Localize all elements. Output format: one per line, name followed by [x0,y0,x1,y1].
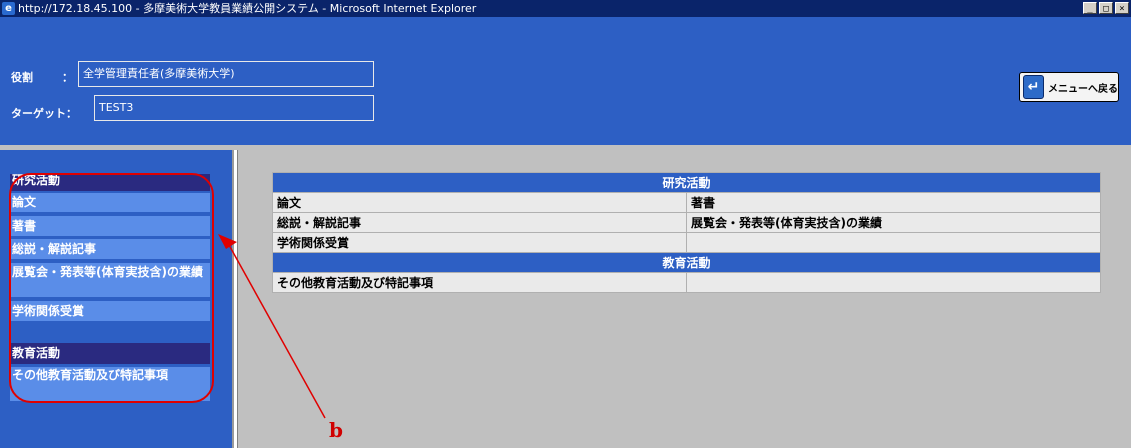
window-title: http://172.18.45.100 - 多摩美術大学教員業績公開システム … [18,2,477,15]
table-cell-exhibitions[interactable]: 展覧会・発表等(体育実技含)の業績 [686,212,1101,233]
sidebar-item-awards[interactable]: 学術関係受賞 [10,301,210,321]
target-label: ターゲット： [11,107,77,120]
sidebar-item-papers[interactable]: 論文 [10,193,210,212]
page-header: 役割 ： 全学管理責任者(多摩美術大学) ターゲット： TEST3 ↵ メニュー… [0,17,1131,145]
window-controls: _ □ × [1083,2,1129,14]
activity-table: 研究活動 論文 著書 総説・解説記事 展覧会・発表等(体育実技含)の業績 学術関… [272,172,1101,293]
table-cell-empty [686,272,1101,293]
maximize-button[interactable]: □ [1099,2,1113,14]
table-row: 総説・解説記事 展覧会・発表等(体育実技含)の業績 [272,212,1101,233]
table-row: 学術関係受賞 [272,232,1101,253]
sidebar-heading-research: 研究活動 [10,174,210,191]
role-label: 役割 [11,71,33,84]
window-titlebar: e http://172.18.45.100 - 多摩美術大学教員業績公開システ… [0,0,1131,17]
minimize-button[interactable]: _ [1083,2,1097,14]
table-row: 論文 著書 [272,192,1101,213]
table-cell-papers[interactable]: 論文 [272,192,687,213]
table-cell-reviews[interactable]: 総説・解説記事 [272,212,687,233]
sidebar-item-reviews[interactable]: 総説・解説記事 [10,239,210,259]
sidebar-item-books[interactable]: 著書 [10,216,210,236]
back-to-menu-label: メニューへ戻る [1048,83,1118,95]
main-content: 研究活動 論文 著書 総説・解説記事 展覧会・発表等(体育実技含)の業績 学術関… [238,150,1131,448]
table-row: その他教育活動及び特記事項 [272,272,1101,293]
role-colon: ： [62,71,73,84]
table-row: 研究活動 [272,172,1101,193]
table-cell-books[interactable]: 著書 [686,192,1101,213]
back-to-menu-button[interactable]: ↵ メニューへ戻る [1019,72,1119,102]
sidebar-item-exhibitions[interactable]: 展覧会・発表等(体育実技含)の業績 [10,263,210,297]
return-arrow-icon: ↵ [1023,75,1044,99]
sidebar-heading-education: 教育活動 [10,343,210,364]
table-cell-empty [686,232,1101,253]
ie-icon: e [2,2,15,15]
table-row: 教育活動 [272,252,1101,273]
table-cell-other-education[interactable]: その他教育活動及び特記事項 [272,272,687,293]
annotation-label: b [329,418,343,442]
sidebar-item-other-education[interactable]: その他教育活動及び特記事項 [10,367,210,401]
table-heading-research: 研究活動 [272,172,1101,193]
target-field: TEST3 [94,95,374,121]
table-heading-education: 教育活動 [272,252,1101,273]
close-button[interactable]: × [1115,2,1129,14]
role-field: 全学管理責任者(多摩美術大学) [78,61,374,87]
table-cell-awards[interactable]: 学術関係受賞 [272,232,687,253]
